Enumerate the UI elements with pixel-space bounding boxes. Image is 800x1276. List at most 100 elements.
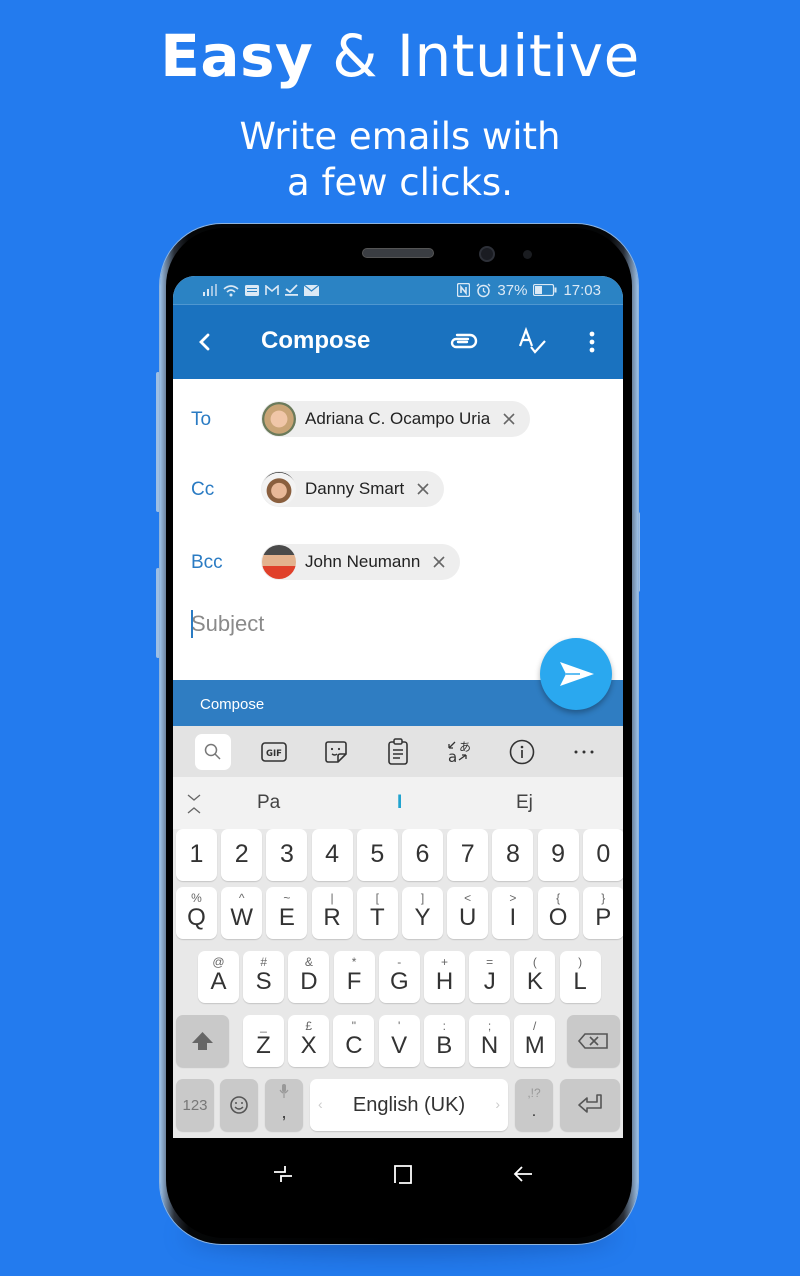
key-t[interactable]: [T bbox=[356, 887, 398, 939]
key-7[interactable]: 7 bbox=[447, 829, 489, 881]
suggestion-1[interactable]: Pa bbox=[257, 792, 280, 814]
close-icon[interactable] bbox=[502, 412, 516, 426]
period-key[interactable]: ,!?. bbox=[515, 1079, 553, 1131]
key-l[interactable]: ) L bbox=[559, 951, 601, 1003]
gmail-icon bbox=[265, 284, 279, 295]
recipient-chip[interactable]: Adriana C. Ocampo Uria bbox=[261, 401, 531, 437]
key-c[interactable]: " C bbox=[333, 1015, 375, 1067]
key-d[interactable]: & D bbox=[288, 951, 330, 1003]
headline-bold: Easy bbox=[160, 22, 314, 90]
suggestion-2[interactable]: I bbox=[397, 792, 402, 814]
key-alt-label: > bbox=[509, 891, 517, 905]
key-j[interactable]: = J bbox=[469, 951, 511, 1003]
key-e[interactable]: ~ E bbox=[266, 887, 308, 939]
key-i[interactable]: > I bbox=[492, 887, 534, 939]
clipboard-button[interactable] bbox=[380, 734, 416, 770]
home-icon[interactable] bbox=[392, 1163, 414, 1185]
key-label: 123 bbox=[182, 1097, 208, 1114]
key-alt-label: ^ bbox=[238, 891, 245, 905]
key-alt-label: & bbox=[304, 955, 313, 969]
key-3[interactable]: 3 bbox=[266, 829, 308, 881]
comma-key[interactable]: , bbox=[265, 1079, 303, 1131]
subject-input[interactable]: Subject bbox=[191, 611, 264, 637]
key-x[interactable]: £ X bbox=[288, 1015, 330, 1067]
recipient-chip[interactable]: Danny Smart bbox=[261, 471, 445, 507]
promo-headline: Easy & Intuitive bbox=[0, 22, 800, 90]
shift-key[interactable] bbox=[176, 1015, 229, 1067]
key-label: V bbox=[391, 1032, 408, 1059]
gif-button[interactable]: GIF bbox=[256, 734, 292, 770]
key-alt-label: ~ bbox=[283, 891, 291, 905]
key-b[interactable]: :B bbox=[423, 1015, 465, 1067]
collapse-toggle-icon[interactable] bbox=[187, 794, 201, 814]
emoji-key[interactable] bbox=[220, 1079, 258, 1131]
more-vert-icon[interactable] bbox=[577, 327, 607, 357]
key-label: 8 bbox=[505, 840, 520, 868]
info-icon bbox=[509, 739, 535, 765]
spellcheck-icon[interactable] bbox=[517, 327, 547, 357]
key-alt-label: < bbox=[464, 891, 472, 905]
key-v[interactable]: ' V bbox=[378, 1015, 420, 1067]
key-r[interactable]: | R bbox=[311, 887, 353, 939]
send-button[interactable] bbox=[540, 638, 612, 710]
info-button[interactable] bbox=[504, 734, 540, 770]
cc-field[interactable]: Cc Danny Smart bbox=[173, 471, 623, 511]
key-o[interactable]: {O bbox=[537, 887, 579, 939]
recipient-chip[interactable]: John Neumann bbox=[261, 544, 461, 580]
proximity-sensor bbox=[523, 250, 532, 259]
key-p[interactable]: } P bbox=[582, 887, 623, 939]
key-alt-label: / bbox=[533, 1019, 537, 1033]
gif-icon: GIF bbox=[261, 742, 287, 762]
key-a[interactable]: @ A bbox=[198, 951, 239, 1003]
key-label: S bbox=[255, 968, 272, 995]
key-w[interactable]: ^ W bbox=[221, 887, 263, 939]
key-g[interactable]: -G bbox=[378, 951, 420, 1003]
key-6[interactable]: 6 bbox=[402, 829, 443, 881]
key-8[interactable]: 8 bbox=[492, 829, 534, 881]
backspace-key[interactable] bbox=[567, 1015, 620, 1067]
close-icon[interactable] bbox=[416, 482, 430, 496]
chevron-left-icon[interactable] bbox=[195, 327, 215, 357]
key-1[interactable]: 1 bbox=[176, 829, 217, 881]
close-icon[interactable] bbox=[432, 555, 446, 569]
key-k[interactable]: (K bbox=[514, 951, 556, 1003]
key-n[interactable]: ; N bbox=[469, 1015, 510, 1067]
key-f[interactable]: * F bbox=[333, 951, 375, 1003]
key-label: J bbox=[483, 968, 496, 995]
translate-button[interactable]: aあ bbox=[441, 734, 477, 770]
key-0[interactable]: 0 bbox=[582, 829, 623, 881]
key-2[interactable]: 2 bbox=[221, 829, 263, 881]
key-s[interactable]: # S bbox=[243, 951, 285, 1003]
key-h[interactable]: + H bbox=[424, 951, 465, 1003]
key-u[interactable]: < U bbox=[447, 887, 489, 939]
attach-icon[interactable] bbox=[449, 327, 479, 357]
space-key[interactable]: ‹ › English (UK) bbox=[310, 1079, 508, 1131]
numbers-key[interactable]: 123 bbox=[176, 1079, 214, 1131]
bcc-field[interactable]: Bcc John Neumann bbox=[173, 544, 623, 584]
phone-screen: 37% 17:03 Compose To Adriana C. Ocampo U… bbox=[173, 276, 623, 1138]
key-4[interactable]: 4 bbox=[311, 829, 353, 881]
more-options-button[interactable] bbox=[566, 734, 602, 770]
key-label: M bbox=[524, 1032, 545, 1059]
enter-key[interactable] bbox=[560, 1079, 620, 1131]
key-q[interactable]: % Q bbox=[176, 887, 217, 939]
subhead-line-1: Write emails with bbox=[239, 115, 561, 158]
suggestion-3[interactable]: Ej bbox=[516, 792, 533, 814]
to-label: To bbox=[191, 409, 212, 430]
shift-icon bbox=[192, 1032, 213, 1050]
key-y[interactable]: ] Y bbox=[402, 887, 443, 939]
key-alt-label: : bbox=[442, 1019, 446, 1033]
back-icon[interactable] bbox=[512, 1163, 534, 1185]
keyboard-icon bbox=[245, 284, 259, 296]
backspace-icon bbox=[577, 1033, 608, 1049]
sticker-button[interactable] bbox=[318, 734, 354, 770]
key-z[interactable]: _ Z bbox=[243, 1015, 284, 1067]
key-label: 0 bbox=[596, 840, 611, 868]
key-9[interactable]: 9 bbox=[537, 829, 579, 881]
key-5[interactable]: 5 bbox=[356, 829, 398, 881]
to-field[interactable]: To Adriana C. Ocampo Uria bbox=[173, 401, 623, 441]
battery-percent: 37% bbox=[497, 281, 528, 299]
key-m[interactable]: / M bbox=[514, 1015, 556, 1067]
keyboard-search-button[interactable] bbox=[195, 734, 231, 770]
recents-icon[interactable] bbox=[272, 1163, 294, 1185]
